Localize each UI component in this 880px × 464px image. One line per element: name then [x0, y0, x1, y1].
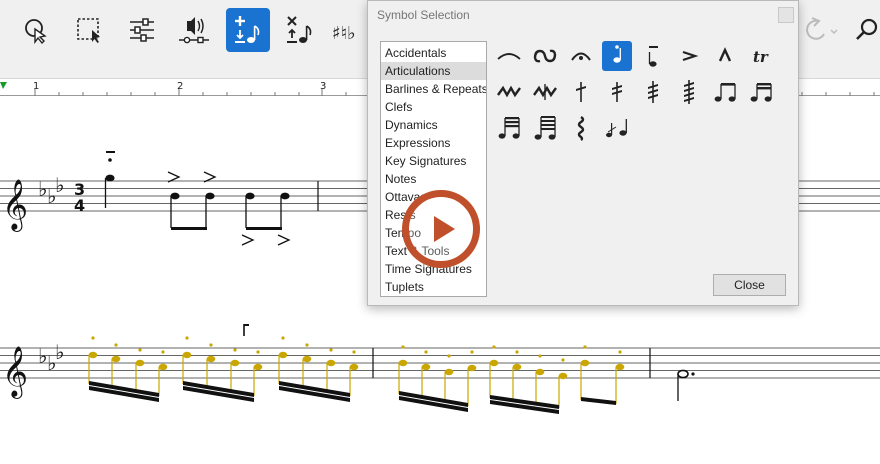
dialog-title: Symbol Selection — [377, 8, 470, 22]
thirtysecond-beam-icon — [498, 117, 520, 139]
slur-symbol[interactable] — [494, 41, 524, 71]
category-item-selected[interactable]: Articulations — [381, 62, 486, 80]
sixteenth-beam-icon — [750, 83, 772, 102]
category-item[interactable]: Tuplets — [381, 278, 486, 296]
thirtysecond-beam-symbol[interactable] — [494, 113, 524, 143]
redo-icon — [806, 17, 838, 40]
measure-1-notes — [104, 151, 319, 246]
symbol-grid: tr — [494, 41, 786, 151]
category-item[interactable]: Dynamics — [381, 116, 486, 134]
mordent-icon — [497, 85, 521, 98]
category-item[interactable]: Key Signatures — [381, 152, 486, 170]
select-tool-button[interactable] — [14, 8, 58, 52]
marquee-select-button[interactable] — [67, 8, 111, 52]
turn-symbol[interactable] — [530, 41, 560, 71]
flat-icon: ♭ — [55, 173, 64, 197]
slur-icon — [497, 53, 521, 60]
fermata-icon — [571, 52, 591, 61]
inverted-mordent-symbol[interactable] — [530, 77, 560, 107]
search-button[interactable] — [852, 8, 880, 52]
half-note — [677, 369, 695, 401]
sliders-icon — [130, 18, 154, 42]
quadruple-tremolo-symbol[interactable] — [674, 77, 704, 107]
svg-text:♯♮♭: ♯♮♭ — [332, 23, 356, 44]
mixer-button[interactable] — [120, 8, 164, 52]
marcato-icon — [718, 47, 732, 62]
beams — [89, 381, 616, 414]
sixteenth-beam-symbol[interactable] — [746, 77, 776, 107]
dialog-close-icon[interactable] — [778, 7, 794, 23]
grace-note-symbol[interactable] — [602, 113, 632, 143]
grace-note-icon — [606, 119, 627, 138]
treble-clef-icon: 𝄞 — [2, 179, 28, 232]
fermata-symbol[interactable] — [566, 41, 596, 71]
arpeggio-icon — [577, 115, 585, 141]
mordent-symbol[interactable] — [494, 77, 524, 107]
time-signature-bottom: 4 — [74, 196, 85, 215]
double-tremolo-icon — [612, 82, 622, 102]
eighth-beam-symbol[interactable] — [710, 77, 740, 107]
double-tremolo-symbol[interactable] — [602, 77, 632, 107]
category-item[interactable]: Expressions — [381, 134, 486, 152]
cross-note-icon — [287, 16, 312, 43]
cursor-icon — [25, 19, 47, 45]
inverted-mordent-icon — [533, 84, 557, 100]
arpeggio-symbol[interactable] — [566, 113, 596, 143]
ruler-label: 3 — [320, 81, 327, 92]
tenuto-icon — [648, 46, 658, 67]
trill-label: tr — [753, 48, 769, 66]
marcato-symbol[interactable] — [710, 41, 740, 71]
accent-icon — [682, 50, 699, 62]
single-tremolo-symbol[interactable] — [566, 77, 596, 107]
quadruple-tremolo-icon — [684, 80, 694, 104]
category-item[interactable]: Notes — [381, 170, 486, 188]
accidentals-button[interactable]: ♯♮♭ — [330, 8, 366, 52]
tenuto-symbol[interactable] — [638, 41, 668, 71]
note-input-button[interactable] — [226, 8, 270, 52]
eighth-beam-icon — [714, 83, 736, 102]
audio-playback-button[interactable] — [172, 8, 216, 52]
category-item[interactable]: Accidentals — [381, 44, 486, 62]
marquee-select-icon — [77, 18, 100, 43]
note-input-icon — [235, 16, 260, 43]
staff-2 — [0, 347, 880, 379]
category-item[interactable]: Clefs — [381, 98, 486, 116]
category-item[interactable]: Barlines & Repeats — [381, 80, 486, 98]
selected-notes-group — [88, 336, 625, 408]
turn-icon — [533, 49, 557, 63]
triple-tremolo-icon — [648, 81, 658, 103]
sixtyfourth-beam-symbol[interactable] — [530, 113, 560, 143]
accent-symbol[interactable] — [674, 41, 704, 71]
flat-icon: ♭ — [55, 340, 64, 364]
staccato-symbol-selected[interactable] — [602, 41, 632, 71]
speaker-icon — [179, 17, 209, 44]
trill-icon: tr — [753, 48, 769, 66]
trill-symbol[interactable]: tr — [746, 41, 776, 71]
sixtyfourth-beam-icon — [534, 116, 556, 140]
search-icon — [856, 18, 878, 40]
ruler-label: 2 — [177, 81, 184, 92]
staccato-icon — [613, 45, 621, 63]
playhead-marker-icon — [0, 82, 7, 89]
ruler-label: 1 — [33, 81, 40, 92]
close-button[interactable]: Close — [713, 274, 786, 296]
note-cross-button[interactable] — [278, 8, 322, 52]
play-icon — [434, 216, 455, 242]
play-button[interactable] — [402, 190, 480, 268]
triple-tremolo-symbol[interactable] — [638, 77, 668, 107]
redo-button[interactable] — [796, 8, 844, 52]
treble-clef-icon: 𝄞 — [2, 346, 28, 399]
accidentals-icon: ♯♮♭ — [332, 23, 356, 44]
marker-above-staff — [243, 324, 249, 336]
single-tremolo-icon — [576, 82, 586, 102]
